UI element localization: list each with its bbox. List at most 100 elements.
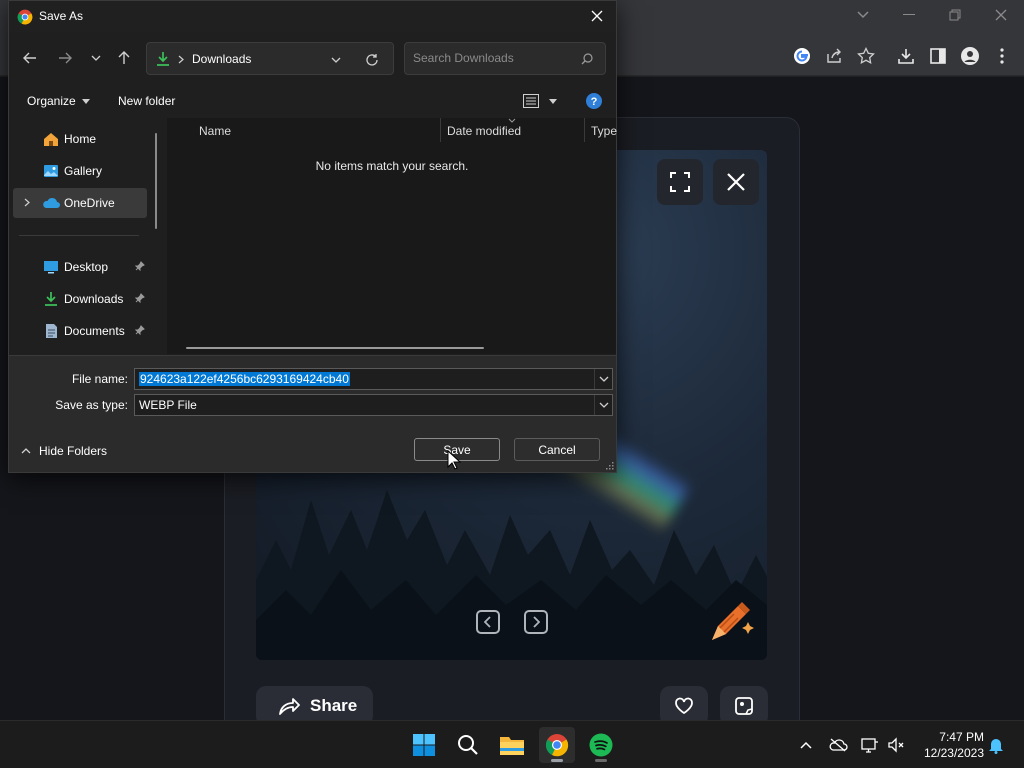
- caret-down-icon: [81, 98, 90, 104]
- onedrive-tray-icon[interactable]: [828, 735, 848, 755]
- recent-locations-button[interactable]: [85, 47, 107, 69]
- spotify-taskbar-button[interactable]: [583, 727, 619, 763]
- column-type[interactable]: Type: [591, 124, 617, 138]
- active-app-indicator: [551, 759, 563, 762]
- profile-icon[interactable]: [958, 44, 982, 68]
- show-hidden-icons-button[interactable]: [796, 735, 816, 755]
- share-page-icon[interactable]: [822, 44, 846, 68]
- dialog-close-button[interactable]: [584, 5, 610, 27]
- dialog-titlebar[interactable]: Save As: [9, 1, 616, 32]
- search-box[interactable]: [404, 42, 606, 75]
- file-list: Name Date modified Type No items match y…: [167, 118, 617, 354]
- file-explorer-button[interactable]: [494, 727, 530, 763]
- chevron-right-icon: [533, 616, 540, 628]
- chrome-icon: [17, 9, 33, 25]
- save-type-dropdown[interactable]: [594, 395, 612, 415]
- nav-label-downloads: Downloads: [64, 292, 124, 306]
- nav-label-home: Home: [64, 132, 97, 146]
- previous-image-button[interactable]: [476, 610, 500, 634]
- network-icon[interactable]: [860, 735, 880, 755]
- expand-chevron-icon[interactable]: [24, 198, 30, 207]
- chevron-up-icon: [800, 741, 812, 749]
- taskbar-search-button[interactable]: [450, 727, 486, 763]
- volume-muted-icon[interactable]: [886, 735, 906, 755]
- side-panel-icon[interactable]: [926, 44, 950, 68]
- taskbar: 7:47 PM 12/23/2023: [0, 720, 1024, 768]
- nav-label-desktop: Desktop: [64, 260, 109, 274]
- refresh-icon[interactable]: [365, 53, 379, 67]
- new-folder-button[interactable]: New folder: [118, 94, 175, 108]
- nav-item-desktop[interactable]: Desktop: [13, 252, 147, 282]
- downloads-icon[interactable]: [894, 44, 918, 68]
- column-divider[interactable]: [584, 118, 585, 142]
- home-icon: [42, 130, 60, 148]
- file-name-field[interactable]: 924623a122ef4256bc6293169424cb40: [134, 368, 613, 390]
- cloud-icon: [42, 194, 60, 212]
- save-options-pane: File name: 924623a122ef4256bc6293169424c…: [9, 355, 616, 472]
- notifications-icon[interactable]: [986, 735, 1006, 755]
- pin-icon: [134, 292, 145, 306]
- chrome-taskbar-button[interactable]: [539, 727, 575, 763]
- menu-kebab-icon[interactable]: [990, 44, 1014, 68]
- gallery-icon: [42, 162, 60, 180]
- fullscreen-icon: [670, 172, 690, 192]
- address-dropdown-icon[interactable]: [331, 57, 341, 63]
- minimize-icon[interactable]: [886, 4, 932, 26]
- column-divider[interactable]: [440, 118, 441, 142]
- nav-item-home[interactable]: Home: [13, 124, 147, 154]
- caret-down-icon: [549, 98, 557, 104]
- heart-icon: [675, 697, 693, 715]
- nav-item-onedrive[interactable]: OneDrive: [13, 188, 147, 218]
- view-options-button[interactable]: [523, 94, 557, 108]
- up-button[interactable]: [113, 47, 135, 69]
- clock-date: 12/23/2023: [923, 746, 984, 760]
- clock-time: 7:47 PM: [939, 730, 984, 744]
- arrow-up-icon: [118, 51, 130, 64]
- column-name[interactable]: Name: [199, 124, 231, 138]
- start-button[interactable]: [406, 727, 442, 763]
- chevron-up-icon: [21, 448, 31, 454]
- nav-item-documents[interactable]: Documents: [13, 316, 147, 346]
- system-clock[interactable]: 7:47 PM 12/23/2023: [912, 729, 984, 761]
- chevron-down-icon: [91, 55, 101, 61]
- nav-scrollbar[interactable]: [155, 133, 157, 229]
- search-input[interactable]: [413, 51, 573, 65]
- nav-item-gallery[interactable]: Gallery: [13, 156, 147, 186]
- help-icon: ?: [586, 93, 602, 109]
- hide-folders-button[interactable]: Hide Folders: [21, 444, 107, 458]
- chevron-left-icon: [484, 616, 491, 628]
- organize-button[interactable]: Organize: [27, 94, 90, 108]
- restore-icon[interactable]: [932, 4, 978, 26]
- nav-item-downloads[interactable]: Downloads: [13, 284, 147, 314]
- resize-grip-icon[interactable]: [606, 462, 614, 470]
- address-bar[interactable]: Downloads: [146, 42, 394, 75]
- horizontal-scrollbar[interactable]: [186, 347, 484, 349]
- nav-label-gallery: Gallery: [64, 164, 103, 178]
- arrow-left-icon: [23, 52, 36, 64]
- pin-icon: [134, 324, 145, 338]
- details-view-icon: [523, 94, 539, 108]
- google-icon[interactable]: [790, 44, 814, 68]
- forward-button[interactable]: [54, 47, 76, 69]
- back-button[interactable]: [19, 47, 41, 69]
- hide-folders-label: Hide Folders: [39, 444, 108, 458]
- help-button[interactable]: ?: [586, 93, 602, 114]
- close-viewer-button[interactable]: [713, 159, 759, 205]
- save-type-value: WEBP File: [139, 398, 197, 412]
- chevron-down-icon: [599, 402, 608, 408]
- column-date-modified[interactable]: Date modified: [447, 124, 521, 138]
- running-app-indicator: [595, 759, 607, 762]
- tab-search-icon[interactable]: [840, 4, 886, 26]
- file-name-value[interactable]: 924623a122ef4256bc6293169424cb40: [139, 372, 350, 386]
- forest-graphic: [256, 490, 767, 660]
- bookmark-star-icon[interactable]: [854, 44, 878, 68]
- cancel-button[interactable]: Cancel: [514, 438, 600, 461]
- close-window-icon[interactable]: [978, 4, 1024, 26]
- share-arrow-icon: [279, 698, 300, 715]
- file-name-dropdown[interactable]: [594, 369, 612, 389]
- save-type-select[interactable]: WEBP File: [134, 394, 613, 416]
- file-explorer-icon: [500, 737, 524, 755]
- next-image-button[interactable]: [524, 610, 548, 634]
- address-location: Downloads: [192, 52, 252, 66]
- fullscreen-button[interactable]: [657, 159, 703, 205]
